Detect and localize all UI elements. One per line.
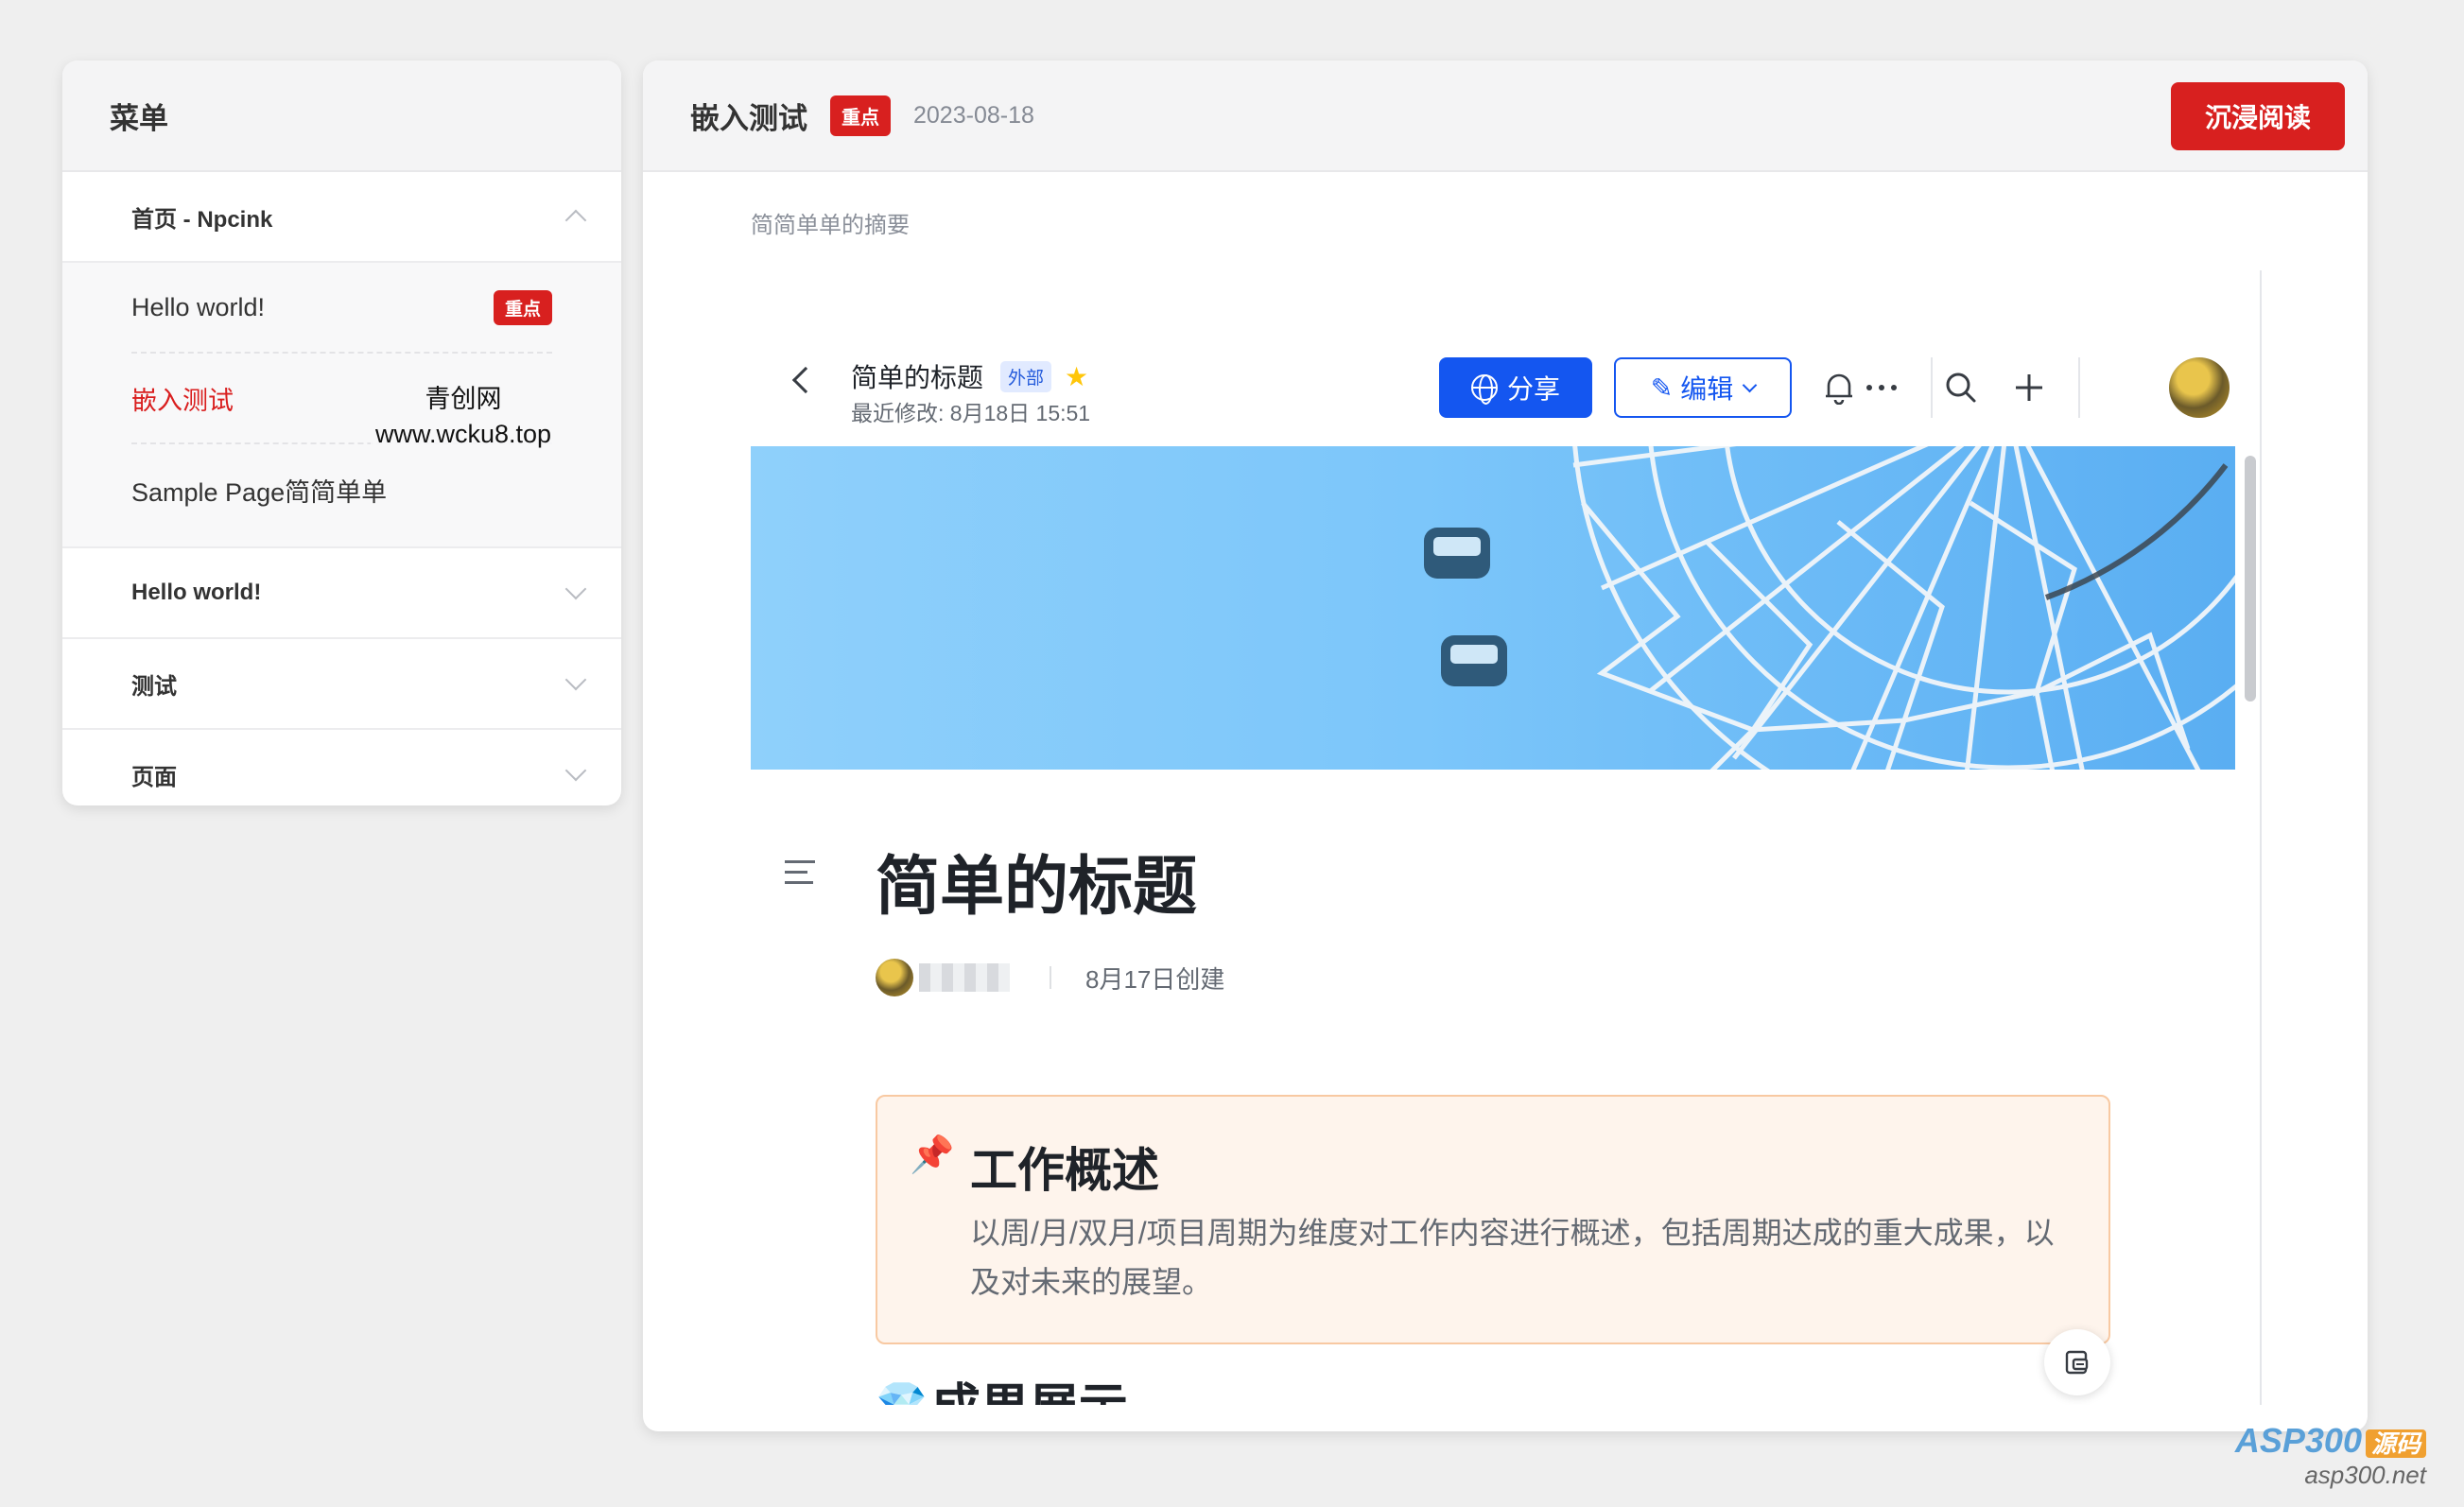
chevron-down-icon bbox=[564, 578, 587, 600]
doc-heading: 简单的标题 bbox=[876, 851, 1198, 923]
doc-toolbar: 简单的标题 外部 ★ 最近修改: 8月18日 15:51 分享 ✎ 编辑 bbox=[751, 270, 2260, 444]
edit-label: 编辑 bbox=[1680, 374, 1734, 404]
priority-badge: 重点 bbox=[830, 95, 891, 136]
external-tag: 外部 bbox=[1000, 360, 1052, 392]
site-logo-url: asp300.net bbox=[2304, 1461, 2426, 1489]
watermark-line1: 青创网 bbox=[425, 385, 502, 413]
scrollbar-thumb[interactable] bbox=[2245, 456, 2256, 702]
globe-icon bbox=[1470, 374, 1498, 405]
page-date: 2023-08-18 bbox=[913, 101, 1034, 129]
chevron-down-icon bbox=[564, 759, 587, 782]
share-button[interactable]: 分享 bbox=[1439, 357, 1592, 418]
menu-item-hello-world[interactable]: Hello world! 重点 bbox=[131, 263, 552, 354]
menu-item-label: Hello world! bbox=[131, 292, 266, 321]
site-logo-tag: 源码 bbox=[2365, 1429, 2426, 1458]
menu-group-label: 测试 bbox=[131, 673, 177, 700]
site-logo-brand: ASP300 bbox=[2234, 1421, 2362, 1460]
share-label: 分享 bbox=[1506, 374, 1560, 404]
doc-name: 简单的标题 bbox=[851, 363, 984, 392]
chevron-up-icon bbox=[564, 209, 587, 232]
meta-divider bbox=[1050, 966, 1051, 989]
menu-group-label: Hello world! bbox=[131, 580, 262, 605]
gem-icon: 💎 bbox=[876, 1379, 928, 1406]
section-heading-text: 成果展示 bbox=[931, 1367, 1128, 1405]
created-date: 8月17日创建 bbox=[1085, 964, 1225, 994]
embedded-document: 简单的标题 外部 ★ 最近修改: 8月18日 15:51 分享 ✎ 编辑 简单的… bbox=[751, 270, 2262, 1405]
page-summary: 简简单单的摘要 bbox=[751, 213, 910, 238]
menu-item-label: Sample Page简简单单 bbox=[131, 477, 388, 507]
author-avatar[interactable] bbox=[876, 959, 913, 996]
sidebar-menu: 菜单 首页 - Npcink Hello world! 重点 嵌入测试 Samp… bbox=[62, 61, 621, 805]
menu-group-test[interactable]: 测试 bbox=[62, 639, 621, 730]
doc-name-row: 简单的标题 外部 ★ bbox=[851, 357, 1088, 395]
bell-icon[interactable] bbox=[1816, 365, 1862, 410]
plus-icon[interactable] bbox=[2006, 365, 2052, 410]
toolbar-divider bbox=[2078, 357, 2080, 418]
toolbar-divider bbox=[1931, 357, 1933, 418]
immersive-read-button[interactable]: 沉浸阅读 bbox=[2171, 82, 2345, 150]
callout-block: 📌 工作概述 以周/月/双月/项目周期为维度对工作内容进行概述，包括周期达成的重… bbox=[876, 1095, 2110, 1344]
chevron-down-icon bbox=[564, 668, 587, 691]
ferris-wheel-image bbox=[1424, 446, 2235, 770]
menu-group-pages[interactable]: 页面 bbox=[62, 730, 621, 805]
menu-item-label: 嵌入测试 bbox=[131, 386, 234, 415]
search-icon[interactable] bbox=[1938, 365, 1984, 410]
watermark-line2: www.wcku8.top bbox=[374, 420, 552, 448]
comment-icon[interactable] bbox=[2044, 1329, 2110, 1395]
user-avatar[interactable] bbox=[2169, 357, 2230, 418]
author-meta: 8月17日创建 bbox=[876, 959, 1224, 996]
menu-group-home[interactable]: 首页 - Npcink bbox=[62, 172, 621, 263]
page-title: 嵌入测试 bbox=[690, 101, 807, 135]
main-header: 嵌入测试 重点 2023-08-18 沉浸阅读 bbox=[643, 61, 2368, 172]
section-heading: 💎 成果展示 bbox=[876, 1367, 1128, 1406]
site-logo: ASP300 源码 asp300.net bbox=[2235, 1421, 2426, 1490]
chevron-down-icon bbox=[1742, 377, 1758, 392]
outline-icon[interactable] bbox=[785, 860, 815, 892]
watermark-text: 青创网 www.wcku8.top bbox=[371, 382, 556, 452]
callout-body: 以周/月/双月/项目周期为维度对工作内容进行概述，包括周期达成的重大成果，以及对… bbox=[970, 1216, 2055, 1299]
site-logo-brand-row: ASP300 源码 bbox=[2235, 1421, 2426, 1461]
edit-button[interactable]: ✎ 编辑 bbox=[1614, 357, 1792, 418]
author-name-obscured bbox=[919, 963, 1010, 992]
more-icon[interactable] bbox=[1859, 365, 1904, 410]
main-panel: 嵌入测试 重点 2023-08-18 沉浸阅读 简简单单的摘要 简单的标题 外部… bbox=[643, 61, 2368, 1431]
callout-title: 工作概述 bbox=[970, 1144, 1159, 1197]
menu-title: 菜单 bbox=[62, 61, 621, 172]
back-arrow-icon[interactable] bbox=[791, 366, 820, 394]
last-modified: 最近修改: 8月18日 15:51 bbox=[851, 401, 1091, 425]
star-icon[interactable]: ★ bbox=[1065, 361, 1088, 392]
cover-image bbox=[751, 446, 2235, 770]
menu-item-sample-page[interactable]: Sample Page简简单单 bbox=[131, 444, 552, 535]
priority-badge: 重点 bbox=[493, 289, 552, 325]
pushpin-icon: 📌 bbox=[910, 1135, 955, 1175]
doc-body: 简单的标题 8月17日创建 📌 工作概述 以周/月/双月/项目周期为维度对工作内… bbox=[751, 770, 2235, 1405]
menu-group-label: 页面 bbox=[131, 764, 177, 790]
menu-group-hello-world[interactable]: Hello world! bbox=[62, 548, 621, 639]
menu-group-label: 首页 - Npcink bbox=[131, 206, 273, 233]
pencil-icon: ✎ bbox=[1650, 372, 1674, 403]
